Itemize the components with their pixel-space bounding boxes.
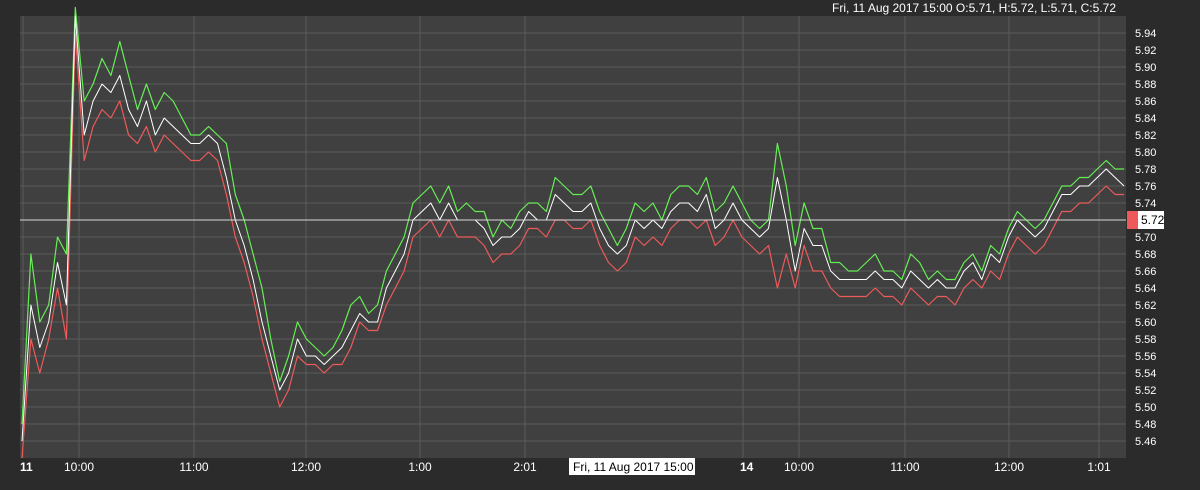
- crosshair-price-badge: 5.72: [1127, 211, 1165, 229]
- y-tick-label: 5.86: [1135, 96, 1156, 108]
- y-tick-label: 5.68: [1135, 249, 1156, 261]
- y-tick-label: 5.82: [1135, 130, 1156, 142]
- crosshair-time-label: Fri, 11 Aug 2017 15:00: [573, 460, 694, 474]
- y-tick-label: 5.92: [1135, 45, 1156, 57]
- y-tick-label: 5.64: [1135, 283, 1156, 295]
- x-tick-label: 11:00: [890, 460, 919, 474]
- y-tick-label: 5.84: [1135, 113, 1156, 125]
- x-tick-label: 10:00: [64, 460, 94, 474]
- chart-window: 5.46 5.48 5.50 5.52 5.54 5.56 5.58 5.60 5.62 5.64…: [0, 0, 1200, 490]
- y-tick-label: 5.66: [1135, 266, 1156, 278]
- x-tick-label: 12:00: [291, 460, 321, 474]
- y-tick-label: 5.88: [1135, 79, 1156, 91]
- y-tick-label: 5.78: [1135, 164, 1156, 176]
- y-tick-label: 5.46: [1135, 436, 1156, 448]
- y-tick-label: 5.80: [1135, 147, 1156, 159]
- x-tick-label: 12:00: [994, 460, 1024, 474]
- y-tick-label: 5.60: [1135, 317, 1156, 329]
- y-tick-label: 5.94: [1135, 28, 1156, 40]
- x-tick-label: 10:00: [784, 460, 814, 474]
- ohlc-readout: Fri, 11 Aug 2017 15:00 O:5.71, H:5.72, L…: [832, 1, 1116, 15]
- x-tick-label: 11:00: [179, 460, 208, 474]
- x-tick-label: 1:00: [408, 460, 432, 474]
- y-tick-label: 5.50: [1135, 402, 1156, 414]
- y-tick-label: 5.90: [1135, 62, 1156, 74]
- crosshair-time-badge: Fri, 11 Aug 2017 15:00: [569, 458, 695, 475]
- y-tick-label: 5.54: [1135, 368, 1156, 380]
- y-tick-label: 5.62: [1135, 300, 1156, 312]
- y-tick-label: 5.56: [1135, 351, 1156, 363]
- y-tick-label: 5.76: [1135, 181, 1156, 193]
- y-tick-label: 5.70: [1135, 232, 1156, 244]
- y-tick-label: 5.48: [1135, 419, 1156, 431]
- x-tick-label: 14: [740, 460, 754, 474]
- crosshair-price-label: 5.72: [1141, 213, 1165, 227]
- y-tick-label: 5.58: [1135, 334, 1156, 346]
- x-tick-label: 1:01: [1087, 460, 1111, 474]
- y-tick-label: 5.74: [1135, 198, 1156, 210]
- x-tick-label: 11: [20, 460, 33, 474]
- x-tick-label: 2:01: [513, 460, 537, 474]
- price-chart[interactable]: 5.46 5.48 5.50 5.52 5.54 5.56 5.58 5.60 5.62 5.64…: [0, 0, 1200, 490]
- y-tick-label: 5.52: [1135, 385, 1156, 397]
